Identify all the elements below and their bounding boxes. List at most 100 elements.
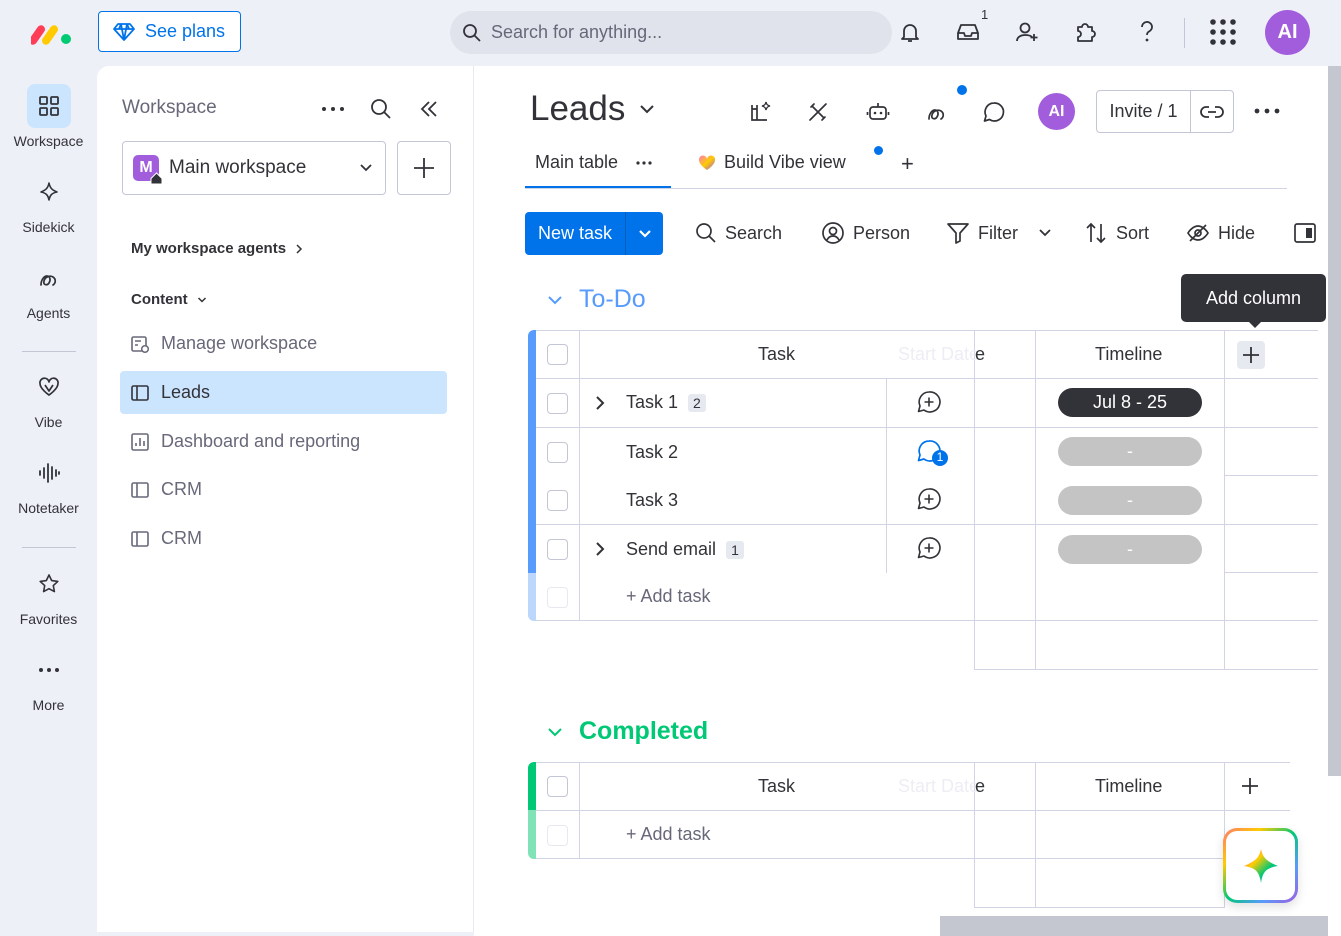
horizontal-scrollbar[interactable] — [940, 916, 1328, 936]
timeline-pill-empty[interactable]: - — [1058, 486, 1202, 515]
table-row[interactable]: Send email 1 — [626, 539, 744, 560]
rail-item-vibe[interactable]: Vibe — [0, 365, 97, 430]
updates-count-badge: 1 — [936, 450, 944, 464]
sidebar-item-manage-workspace[interactable]: Manage workspace — [120, 322, 447, 365]
sidekick-board-icon[interactable] — [746, 97, 776, 127]
chevron-down-icon[interactable] — [1038, 228, 1052, 238]
new-task-button[interactable]: New task — [525, 212, 663, 255]
filter-label: Filter — [978, 222, 1018, 243]
group-color-bar-light — [528, 810, 536, 859]
chevron-down-icon — [547, 727, 563, 737]
column-header-timeline[interactable]: Timeline — [1095, 776, 1162, 797]
group-completed-toggle[interactable]: Completed — [547, 717, 708, 746]
workspace-agents-link[interactable]: My workspace agents — [131, 240, 303, 257]
tab-build-vibe-view[interactable]: Build Vibe view — [698, 152, 846, 173]
new-task-dropdown-icon[interactable] — [626, 212, 663, 255]
group-todo-toggle[interactable]: To-Do — [547, 285, 646, 314]
board-search-button[interactable]: Search — [695, 218, 782, 248]
global-search-input[interactable]: Search for anything... — [450, 11, 892, 54]
hide-button[interactable]: Hide — [1186, 218, 1255, 248]
vertical-scrollbar[interactable] — [1328, 66, 1341, 776]
row-checkbox[interactable] — [547, 393, 568, 414]
rail-item-favorites[interactable]: Favorites — [0, 562, 97, 627]
select-all-checkbox[interactable] — [547, 344, 568, 365]
timeline-pill-empty[interactable]: - — [1058, 437, 1202, 466]
comments-icon[interactable] — [979, 97, 1009, 127]
rail-item-workspace[interactable]: Workspace — [0, 84, 97, 149]
add-column-button[interactable] — [1241, 777, 1259, 795]
workspace-selector[interactable]: M Main workspace — [122, 141, 386, 195]
sidebar-more-icon[interactable] — [321, 100, 345, 118]
add-update-icon[interactable] — [917, 487, 941, 511]
column-header-task[interactable]: Task — [758, 344, 795, 365]
table-row[interactable]: Task 1 2 — [626, 392, 706, 413]
sidebar-item-leads[interactable]: Leads — [120, 371, 447, 414]
add-column-button[interactable] — [1237, 341, 1265, 369]
rail-item-label: Sidekick — [22, 219, 75, 235]
see-plans-label: See plans — [145, 21, 226, 41]
add-update-icon[interactable] — [917, 536, 941, 560]
new-feature-dot — [874, 146, 883, 155]
row-checkbox[interactable] — [547, 442, 568, 463]
add-task-input[interactable]: + Add task — [626, 824, 711, 845]
add-item-button[interactable] — [397, 141, 451, 195]
row-checkbox[interactable] — [547, 490, 568, 511]
apps-grid-icon[interactable] — [1208, 17, 1238, 47]
timeline-pill-empty[interactable]: - — [1058, 535, 1202, 564]
sidebar-item-crm[interactable]: CRM — [120, 517, 447, 560]
invite-button[interactable]: Invite / 1 — [1096, 90, 1234, 133]
timeline-pill[interactable]: Jul 8 - 25 — [1058, 388, 1202, 417]
add-task-input[interactable]: + Add task — [626, 586, 711, 607]
rail-item-notetaker[interactable]: Notetaker — [0, 451, 97, 516]
ai-assistant-button[interactable] — [1223, 828, 1298, 903]
column-header-task[interactable]: Task — [758, 776, 795, 797]
board-title[interactable]: Leads — [530, 89, 655, 129]
sort-button[interactable]: Sort — [1084, 218, 1149, 248]
filter-button[interactable]: Filter — [946, 218, 1052, 248]
table-row[interactable]: Task 2 — [626, 442, 678, 463]
rail-item-sidekick[interactable]: Sidekick — [0, 170, 97, 235]
column-header-start-date[interactable]: e — [975, 344, 985, 365]
column-header-timeline[interactable]: Timeline — [1095, 344, 1162, 365]
agents-board-icon[interactable] — [922, 97, 952, 127]
manage-settings-icon — [130, 334, 150, 354]
board-user-avatar[interactable]: AI — [1038, 93, 1075, 130]
rail-item-label: Favorites — [19, 611, 78, 627]
rail-item-more[interactable]: More — [0, 648, 97, 713]
collapse-sidebar-icon[interactable] — [418, 98, 440, 120]
automations-robot-icon[interactable] — [863, 97, 893, 127]
help-icon[interactable] — [1132, 17, 1162, 47]
expand-subitems-icon[interactable] — [595, 541, 605, 557]
tab-more-icon[interactable] — [636, 160, 652, 166]
integrations-icon[interactable] — [803, 97, 833, 127]
monday-logo-icon[interactable] — [31, 20, 73, 46]
copy-link-icon[interactable] — [1191, 91, 1233, 132]
person-label: Person — [853, 222, 911, 243]
tab-main-table[interactable]: Main table — [535, 152, 652, 173]
apps-puzzle-icon[interactable] — [1071, 17, 1101, 47]
sidebar-item-dashboard[interactable]: Dashboard and reporting — [120, 420, 447, 463]
sidebar-item-crm[interactable]: CRM — [120, 468, 447, 511]
column-header-start-date[interactable]: e — [975, 776, 985, 797]
table-row[interactable]: Task 3 — [626, 490, 678, 511]
grid-line — [1035, 330, 1036, 670]
add-view-button[interactable]: + — [901, 151, 914, 177]
board-more-icon[interactable] — [1254, 102, 1280, 120]
select-all-checkbox[interactable] — [547, 776, 568, 797]
add-update-icon[interactable] — [917, 390, 941, 414]
sidebar-search-icon[interactable] — [369, 97, 393, 121]
inbox-icon[interactable] — [953, 17, 983, 47]
sidebar-title: Workspace — [122, 97, 217, 118]
rail-item-agents[interactable]: Agents — [0, 256, 97, 321]
sidebar-item-label: CRM — [161, 479, 202, 499]
see-plans-button[interactable]: See plans — [98, 11, 241, 52]
invite-member-icon[interactable] — [1012, 17, 1042, 47]
expand-subitems-icon[interactable] — [595, 395, 605, 411]
user-avatar[interactable]: AI — [1265, 10, 1310, 55]
person-filter-button[interactable]: Person — [821, 218, 910, 248]
tab-label: Build Vibe view — [724, 152, 846, 172]
layout-toggle-icon[interactable] — [1294, 218, 1316, 248]
bell-icon[interactable] — [895, 17, 925, 47]
row-checkbox[interactable] — [547, 539, 568, 560]
content-section-toggle[interactable]: Content — [131, 291, 207, 308]
